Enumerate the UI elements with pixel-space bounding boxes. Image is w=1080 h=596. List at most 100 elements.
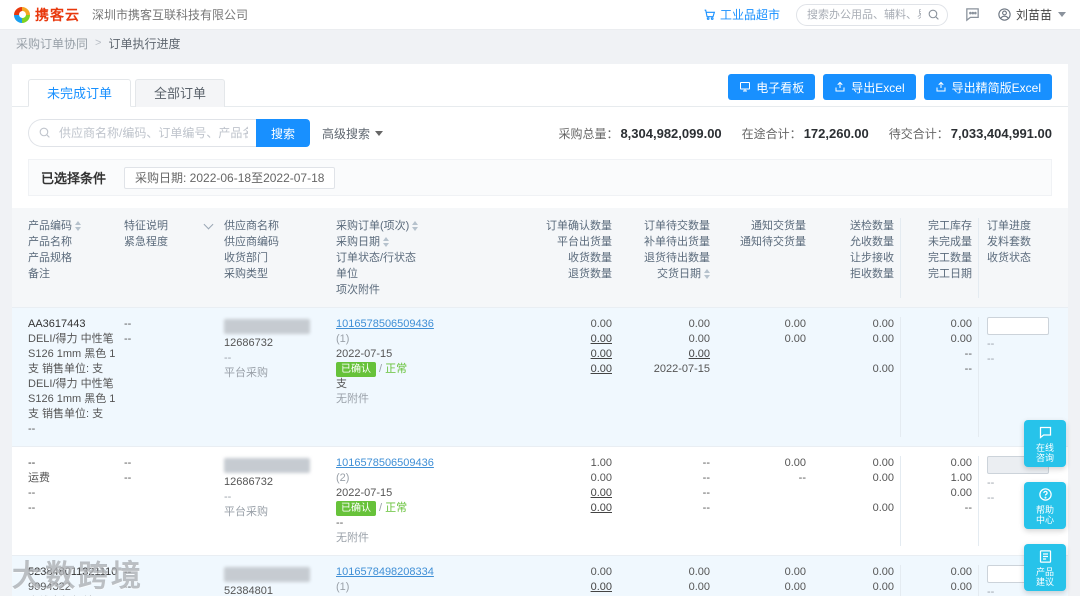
industrial-mall-link[interactable]: 工业品超市 (703, 6, 780, 23)
search-icon[interactable] (927, 8, 940, 24)
qty-link[interactable]: 0.00 (522, 332, 612, 347)
user-menu[interactable]: 刘苗苗 (997, 6, 1066, 23)
order-number-link[interactable]: 1016578506509436 (336, 456, 516, 471)
confirm-qty-cell: 0.000.000.000.00 (522, 565, 618, 596)
header-line: 通知待交货量 (716, 234, 806, 250)
qty-value: -- (702, 472, 710, 484)
message-icon[interactable] (964, 6, 981, 23)
header-line: 备注 (28, 266, 118, 282)
breadcrumb-separator: > (95, 37, 102, 49)
qty-link[interactable]: 0.00 (522, 501, 612, 516)
header-search-input[interactable] (795, 3, 948, 26)
float-label: 在线 咨询 (1035, 442, 1054, 463)
qty-link[interactable]: 0.00 (522, 486, 612, 501)
product-line: 523848011321110 (28, 566, 118, 578)
search-button[interactable]: 搜索 (256, 119, 311, 147)
header-line: 拒收数量 (812, 266, 894, 282)
header-line: 完工数量 (909, 250, 972, 266)
qty-value: -- (964, 502, 972, 514)
header-label: 订单待交数量 (644, 220, 710, 232)
table-search-input[interactable] (28, 119, 256, 147)
help-icon (1038, 487, 1053, 502)
order-number-link[interactable]: 1016578506509436 (336, 317, 516, 332)
column-header-stock: 完工库存 未完成量 完工数量 完工日期 (900, 218, 978, 298)
header-label: 订单确认数量 (546, 220, 612, 232)
header-line: 紧急程度 (124, 234, 218, 250)
order-number-link[interactable]: 1016578498208334 (336, 565, 516, 580)
notify-qty-cell: 0.00 -- (716, 456, 812, 546)
table-row: 5238480113211109094322高线电机蜗轮音调高低----5238… (12, 555, 1068, 596)
product-line: 运费 (28, 472, 50, 484)
breadcrumb: 采购订单协同 > 订单执行进度 (0, 30, 1080, 56)
qty-value: 0.00 (872, 318, 894, 330)
stock-qty-cell: 0.00 1.00 0.00 -- (900, 456, 978, 546)
qty-value: 0.00 (688, 318, 710, 330)
header-line: 单位 (336, 266, 516, 282)
qty-link[interactable]: 0.00 (522, 362, 612, 377)
total-value: 7,033,404,991.00 (950, 125, 1052, 141)
attachment-label: 无附件 (336, 532, 369, 544)
sort-icon[interactable] (75, 221, 81, 231)
header-label: 完工库存 (928, 220, 972, 232)
tab-unfinished-orders[interactable]: 未完成订单 (28, 79, 132, 107)
product-line: 9094322 (28, 581, 71, 593)
product-line: 支 销售单位: 支 (28, 363, 104, 375)
online-consult-button[interactable]: 在线 咨询 (1024, 420, 1066, 467)
e-kanban-button[interactable]: 电子看板 (728, 74, 816, 100)
feature-line: -- (124, 457, 132, 469)
qty-value: -- (964, 348, 972, 360)
notify-qty-cell: 0.00 0.00 (716, 317, 812, 437)
help-center-button[interactable]: 帮助 中心 (1024, 482, 1066, 529)
status-badge: 已确认 (336, 362, 376, 377)
user-icon (997, 7, 1012, 22)
header-label: 通知待交货量 (740, 236, 806, 248)
tab-all-orders[interactable]: 全部订单 (135, 79, 226, 107)
tabs: 未完成订单 全部订单 (28, 79, 226, 107)
header-line: 订单确认数量 (522, 218, 612, 234)
qty-link[interactable]: 0.00 (522, 347, 612, 362)
feature-line: -- (124, 581, 132, 593)
header-line: 产品规格 (28, 250, 118, 266)
supplier-cell: 52384801--平台采购 (224, 565, 336, 596)
totals-summary: 采购总量： 8,304,982,099.00 在途合计： 172,260.00 待交合计… (558, 125, 1052, 142)
qty-value: 0.00 (950, 333, 972, 345)
qty-value: 0.00 (872, 333, 894, 345)
export-excel-button[interactable]: 导出Excel (823, 74, 916, 100)
inspect-qty-cell: 0.000.000.00 (812, 565, 900, 596)
feature-cell: -- -- (124, 456, 224, 546)
orders-table: 产品编码 产品名称 产品规格 备注 特征说明 紧急程度 供应商名称 供应商编码 收货部门 采购类型… (12, 208, 1068, 596)
export-icon (935, 81, 947, 93)
order-progress-input[interactable] (987, 317, 1049, 335)
purchase-type: 平台采购 (224, 506, 268, 518)
product-suggestion-button[interactable]: 产品 建议 (1024, 544, 1066, 591)
header-label: 收货状态 (987, 252, 1031, 264)
qty-link[interactable]: 0.00 (618, 347, 710, 362)
inspect-qty-cell: 0.000.000.00 (812, 456, 900, 546)
order-status-line: 已确认 / 正常 (336, 362, 516, 377)
order-unit: -- (336, 517, 344, 529)
column-header-confirm: 订单确认数量 平台出货量 收货数量 退货数量 (522, 218, 618, 298)
product-line: DELI/得力 中性笔 (28, 333, 114, 345)
chevron-down-icon (1058, 12, 1066, 17)
advanced-search-toggle[interactable]: 高级搜索 (322, 125, 384, 142)
qty-link[interactable]: 0.00 (522, 580, 612, 595)
qty-value: 0.00 (784, 333, 806, 345)
order-item-no: (2) (336, 472, 350, 484)
qty-value: 0.00 (784, 457, 806, 469)
sort-icon[interactable] (383, 237, 389, 247)
export-simple-excel-button[interactable]: 导出精简版Excel (923, 74, 1052, 100)
sort-icon[interactable] (704, 269, 710, 279)
header-line: 送检数量 (812, 218, 894, 234)
header-line: 允收数量 (812, 234, 894, 250)
supplier-cell: 12686732 -- 平台采购 (224, 456, 336, 546)
progress-cell: -- -- (978, 317, 1052, 437)
sort-up-arrow (704, 269, 710, 273)
table-search: 搜索 (28, 119, 311, 147)
sort-icon[interactable] (412, 221, 419, 231)
header-label: 产品规格 (28, 252, 72, 264)
order-unit: 支 (336, 378, 347, 390)
breadcrumb-item-parent[interactable]: 采购订单协同 (16, 35, 88, 52)
chat-icon (1038, 425, 1053, 440)
product-cell: 5238480113211109094322高线电机蜗轮音调高低 (28, 565, 124, 596)
header-line: 项次附件 (336, 282, 516, 298)
